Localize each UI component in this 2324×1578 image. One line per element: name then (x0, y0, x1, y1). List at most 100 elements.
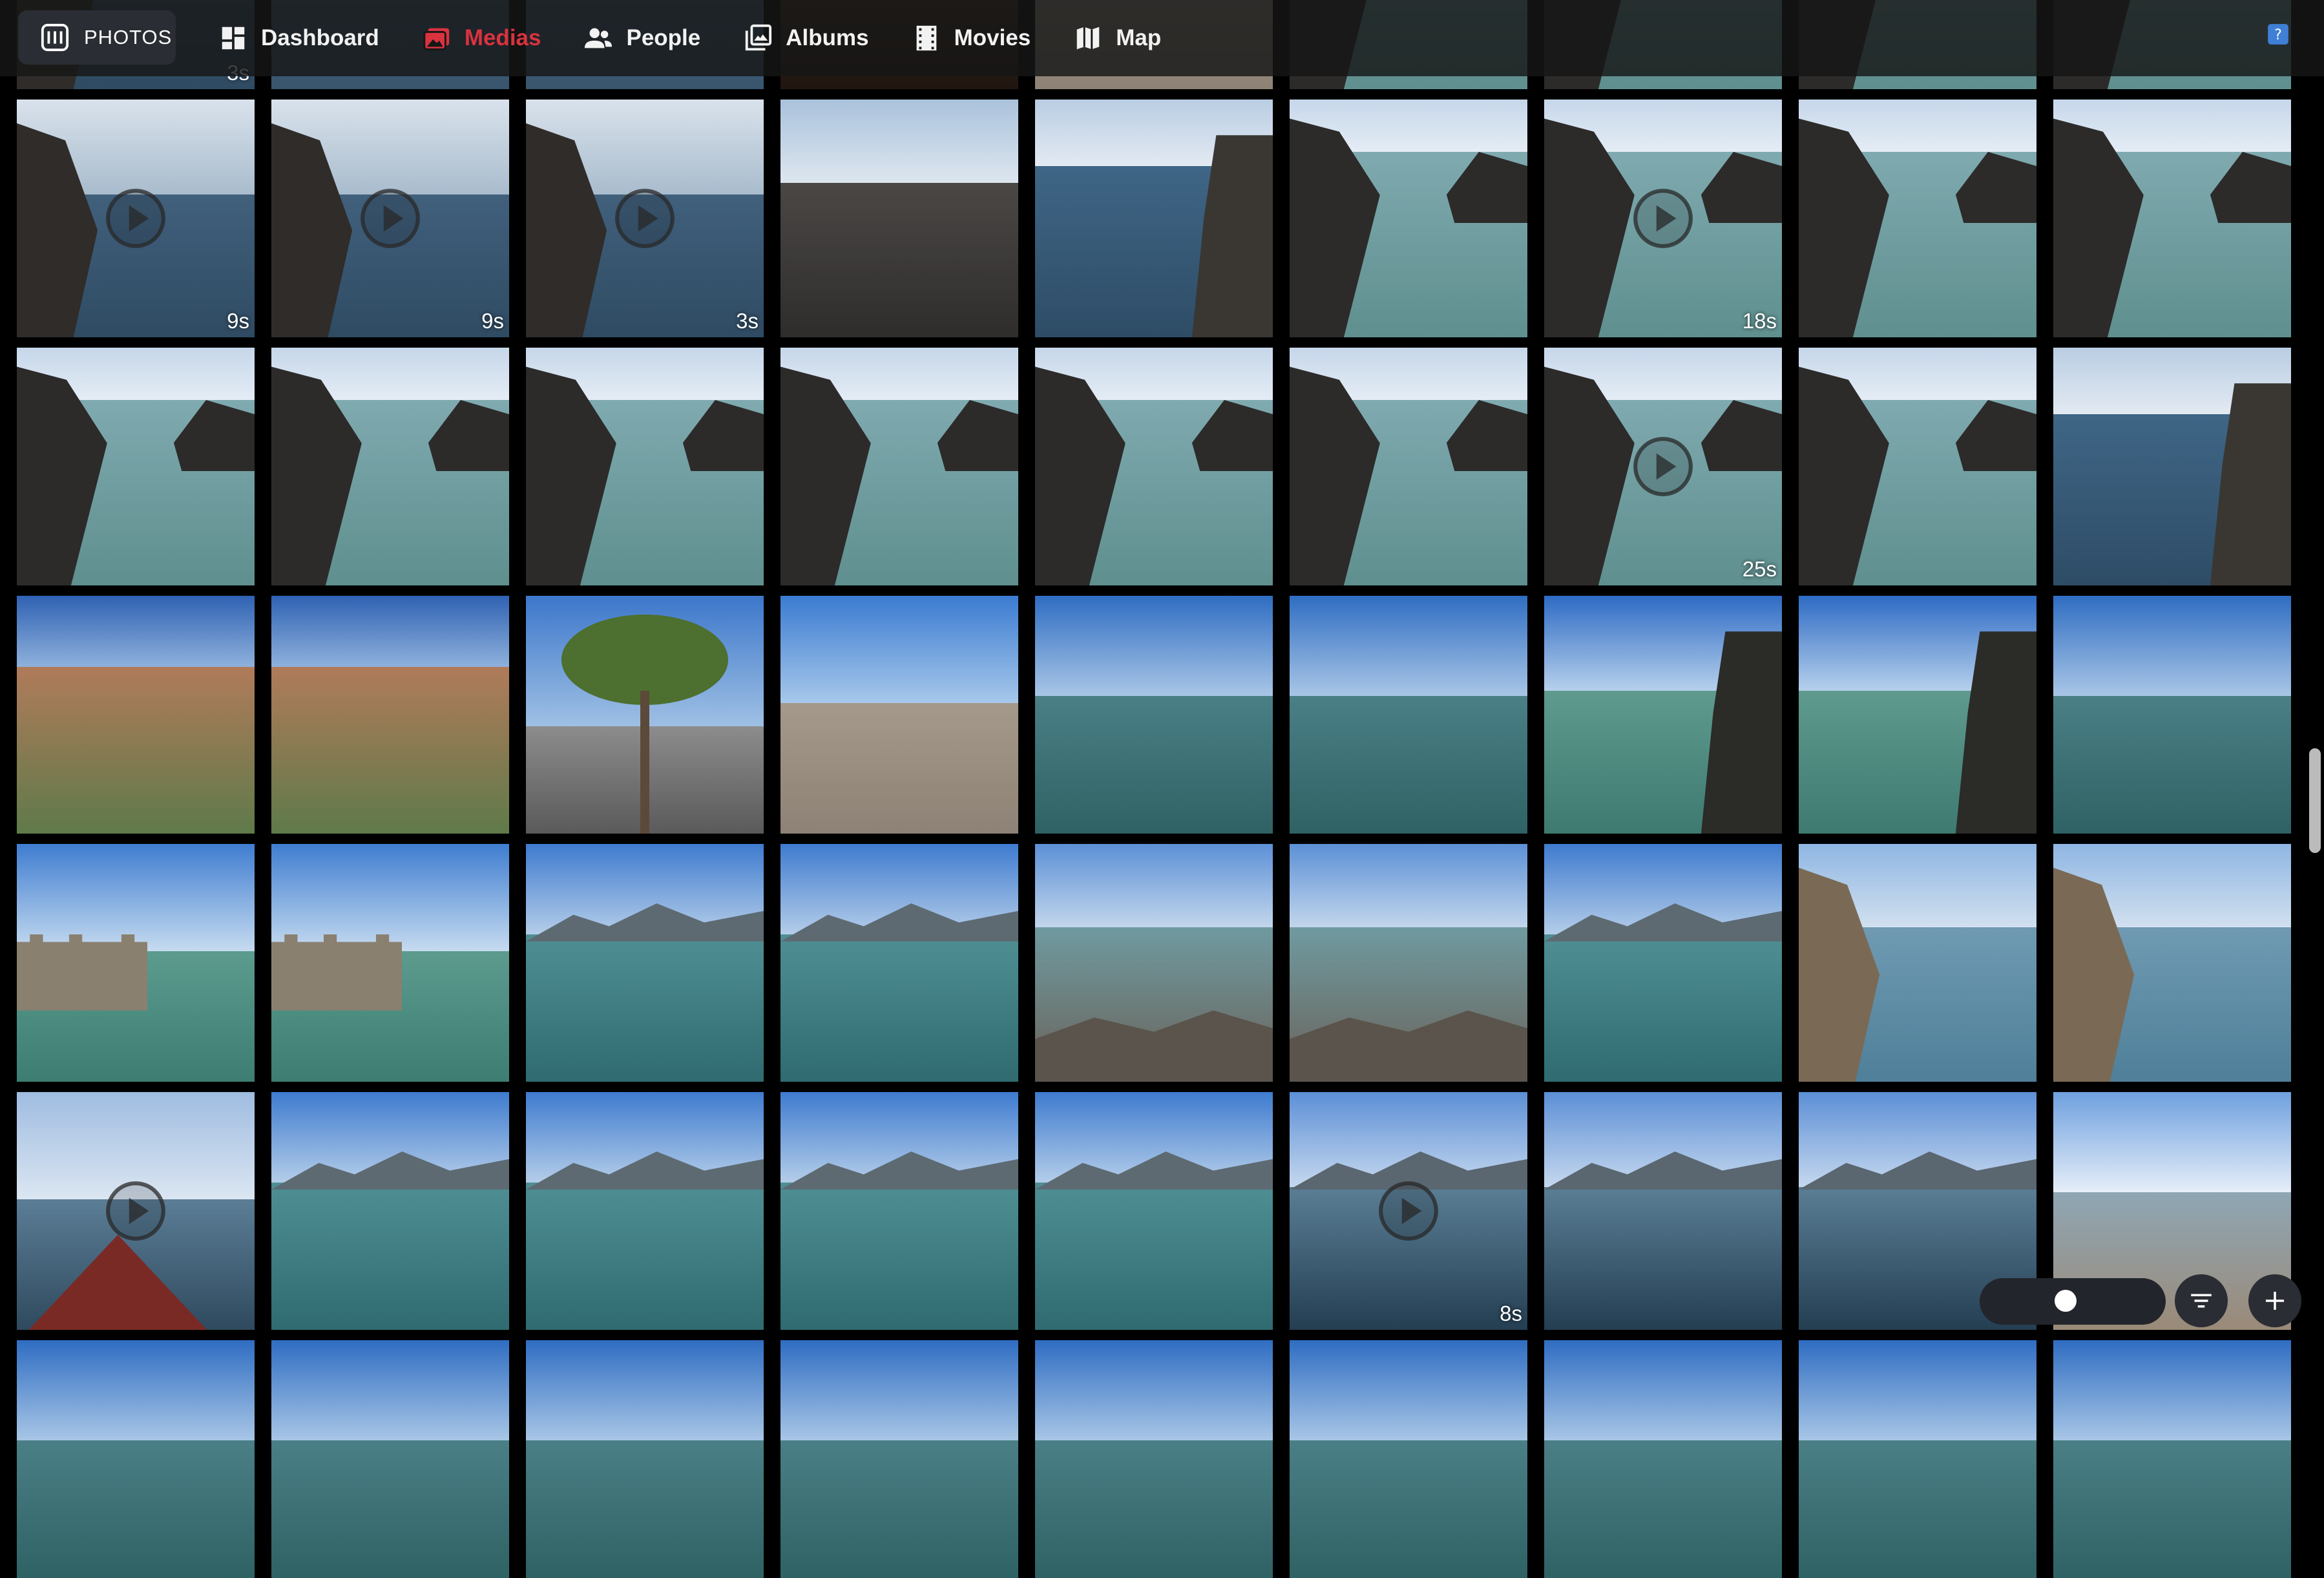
nav-map-label: Map (1116, 25, 1162, 50)
thumbnail-sky (1799, 1340, 2036, 1440)
video-thumbnail[interactable]: 9s (271, 100, 509, 337)
video-duration: 25s (1742, 557, 1777, 581)
help-icon[interactable]: ? (2266, 22, 2290, 47)
albums-icon (746, 24, 772, 51)
photo-thumbnail[interactable] (1035, 348, 1273, 585)
zoom-slider-knob[interactable] (2055, 1290, 2077, 1312)
video-thumbnail[interactable] (17, 1092, 255, 1330)
brand-label: PHOTOS (84, 26, 173, 48)
thumbnail-ground (1290, 695, 1527, 834)
video-thumbnail[interactable]: 9s (17, 100, 255, 337)
thumbnail-ground (780, 1182, 1018, 1330)
photo-thumbnail[interactable] (780, 1092, 1018, 1330)
nav-movies[interactable]: Movies (912, 23, 1031, 53)
video-thumbnail[interactable]: 3s (526, 100, 764, 337)
grid-row: 25s (17, 348, 2294, 585)
photo-thumbnail[interactable] (1035, 1340, 1273, 1578)
photo-thumbnail[interactable] (1544, 1340, 1782, 1578)
photo-thumbnail[interactable] (17, 348, 255, 585)
photo-thumbnail[interactable] (1799, 596, 2036, 834)
photo-thumbnail[interactable] (1290, 100, 1527, 337)
play-icon (615, 189, 675, 248)
photo-thumbnail[interactable] (1799, 348, 2036, 585)
zoom-slider[interactable] (1980, 1278, 2166, 1325)
thumbnail-ground (526, 934, 764, 1082)
photo-thumbnail[interactable] (1799, 844, 2036, 1082)
video-thumbnail[interactable]: 18s (1544, 100, 1782, 337)
photo-thumbnail[interactable] (271, 1092, 509, 1330)
photo-thumbnail[interactable] (1035, 1092, 1273, 1330)
photo-thumbnail[interactable] (17, 596, 255, 834)
nav-albums[interactable]: Albums (743, 23, 869, 53)
photo-thumbnail[interactable] (1290, 844, 1527, 1082)
add-button[interactable] (2248, 1274, 2301, 1327)
photo-thumbnail[interactable] (1799, 100, 2036, 337)
photo-thumbnail[interactable] (1035, 100, 1273, 337)
nav-dashboard-label: Dashboard (261, 25, 379, 50)
thumbnail-sky (17, 596, 255, 668)
video-thumbnail[interactable]: 8s (1290, 1092, 1527, 1330)
photo-thumbnail[interactable] (526, 348, 764, 585)
thumbnail-ground (1544, 1440, 1782, 1578)
photo-thumbnail[interactable] (526, 1340, 764, 1578)
photo-thumbnail[interactable] (780, 348, 1018, 585)
photo-thumbnail[interactable] (1035, 844, 1273, 1082)
nav-people[interactable]: People (583, 23, 700, 53)
photo-thumbnail[interactable] (526, 844, 764, 1082)
thumbnail-ground (780, 934, 1018, 1082)
thumbnail-sky (780, 100, 1018, 183)
thumbnail-sky (2053, 1092, 2291, 1192)
thumbnail-ground (1035, 695, 1273, 834)
movies-icon (916, 25, 936, 51)
nav-medias[interactable]: Medias (422, 23, 541, 53)
photo-thumbnail[interactable] (271, 1340, 509, 1578)
thumbnail-ground (1035, 1182, 1273, 1330)
photo-thumbnail[interactable] (2053, 844, 2291, 1082)
photo-thumbnail[interactable] (1544, 844, 1782, 1082)
photo-thumbnail[interactable] (780, 100, 1018, 337)
thumbnail-ground (1799, 1440, 2036, 1578)
thumbnail-sky (2053, 1340, 2291, 1440)
photo-thumbnail[interactable] (1544, 1092, 1782, 1330)
grid-row: 9s 9s 3s 18s (17, 100, 2294, 337)
photo-thumbnail[interactable] (1290, 348, 1527, 585)
brand-button[interactable]: PHOTOS (18, 10, 176, 65)
photo-thumbnail[interactable] (780, 844, 1018, 1082)
photo-thumbnail[interactable] (1035, 596, 1273, 834)
photo-thumbnail[interactable] (271, 844, 509, 1082)
photo-thumbnail[interactable] (271, 348, 509, 585)
photo-thumbnail[interactable] (526, 596, 764, 834)
thumbnail-ground (271, 1440, 509, 1578)
nav-dashboard[interactable]: Dashboard (218, 23, 379, 53)
thumbnail-ground (2053, 1440, 2291, 1578)
photo-thumbnail[interactable] (780, 596, 1018, 834)
thumbnail-sky (271, 844, 509, 951)
photo-thumbnail[interactable] (17, 1340, 255, 1578)
photo-thumbnail[interactable] (17, 844, 255, 1082)
nav-map[interactable]: Map (1073, 23, 1161, 53)
photo-thumbnail[interactable] (2053, 100, 2291, 337)
photo-thumbnail[interactable] (526, 1092, 764, 1330)
filter-button[interactable] (2175, 1274, 2228, 1327)
video-thumbnail[interactable]: 25s (1544, 348, 1782, 585)
thumbnail-sky (271, 596, 509, 668)
video-duration: 8s (1500, 1301, 1522, 1325)
thumbnail-landform (17, 934, 148, 1011)
thumbnail-sky (1290, 596, 1527, 696)
photo-thumbnail[interactable] (1799, 1340, 2036, 1578)
photo-thumbnail[interactable] (271, 596, 509, 834)
photo-thumbnail[interactable] (1290, 596, 1527, 834)
thumbnail-sky (271, 1340, 509, 1440)
photos-logo-icon (41, 23, 69, 52)
photo-thumbnail[interactable] (2053, 348, 2291, 585)
play-icon (106, 189, 165, 248)
video-duration: 18s (1742, 309, 1777, 333)
people-icon (585, 28, 612, 48)
photo-thumbnail[interactable] (1544, 596, 1782, 834)
photo-thumbnail[interactable] (780, 1340, 1018, 1578)
page-scrollbar[interactable] (2309, 748, 2321, 853)
photo-thumbnail[interactable] (2053, 1340, 2291, 1578)
photo-thumbnail[interactable] (2053, 596, 2291, 834)
photo-thumbnail[interactable] (1290, 1340, 1527, 1578)
play-icon (106, 1181, 165, 1241)
